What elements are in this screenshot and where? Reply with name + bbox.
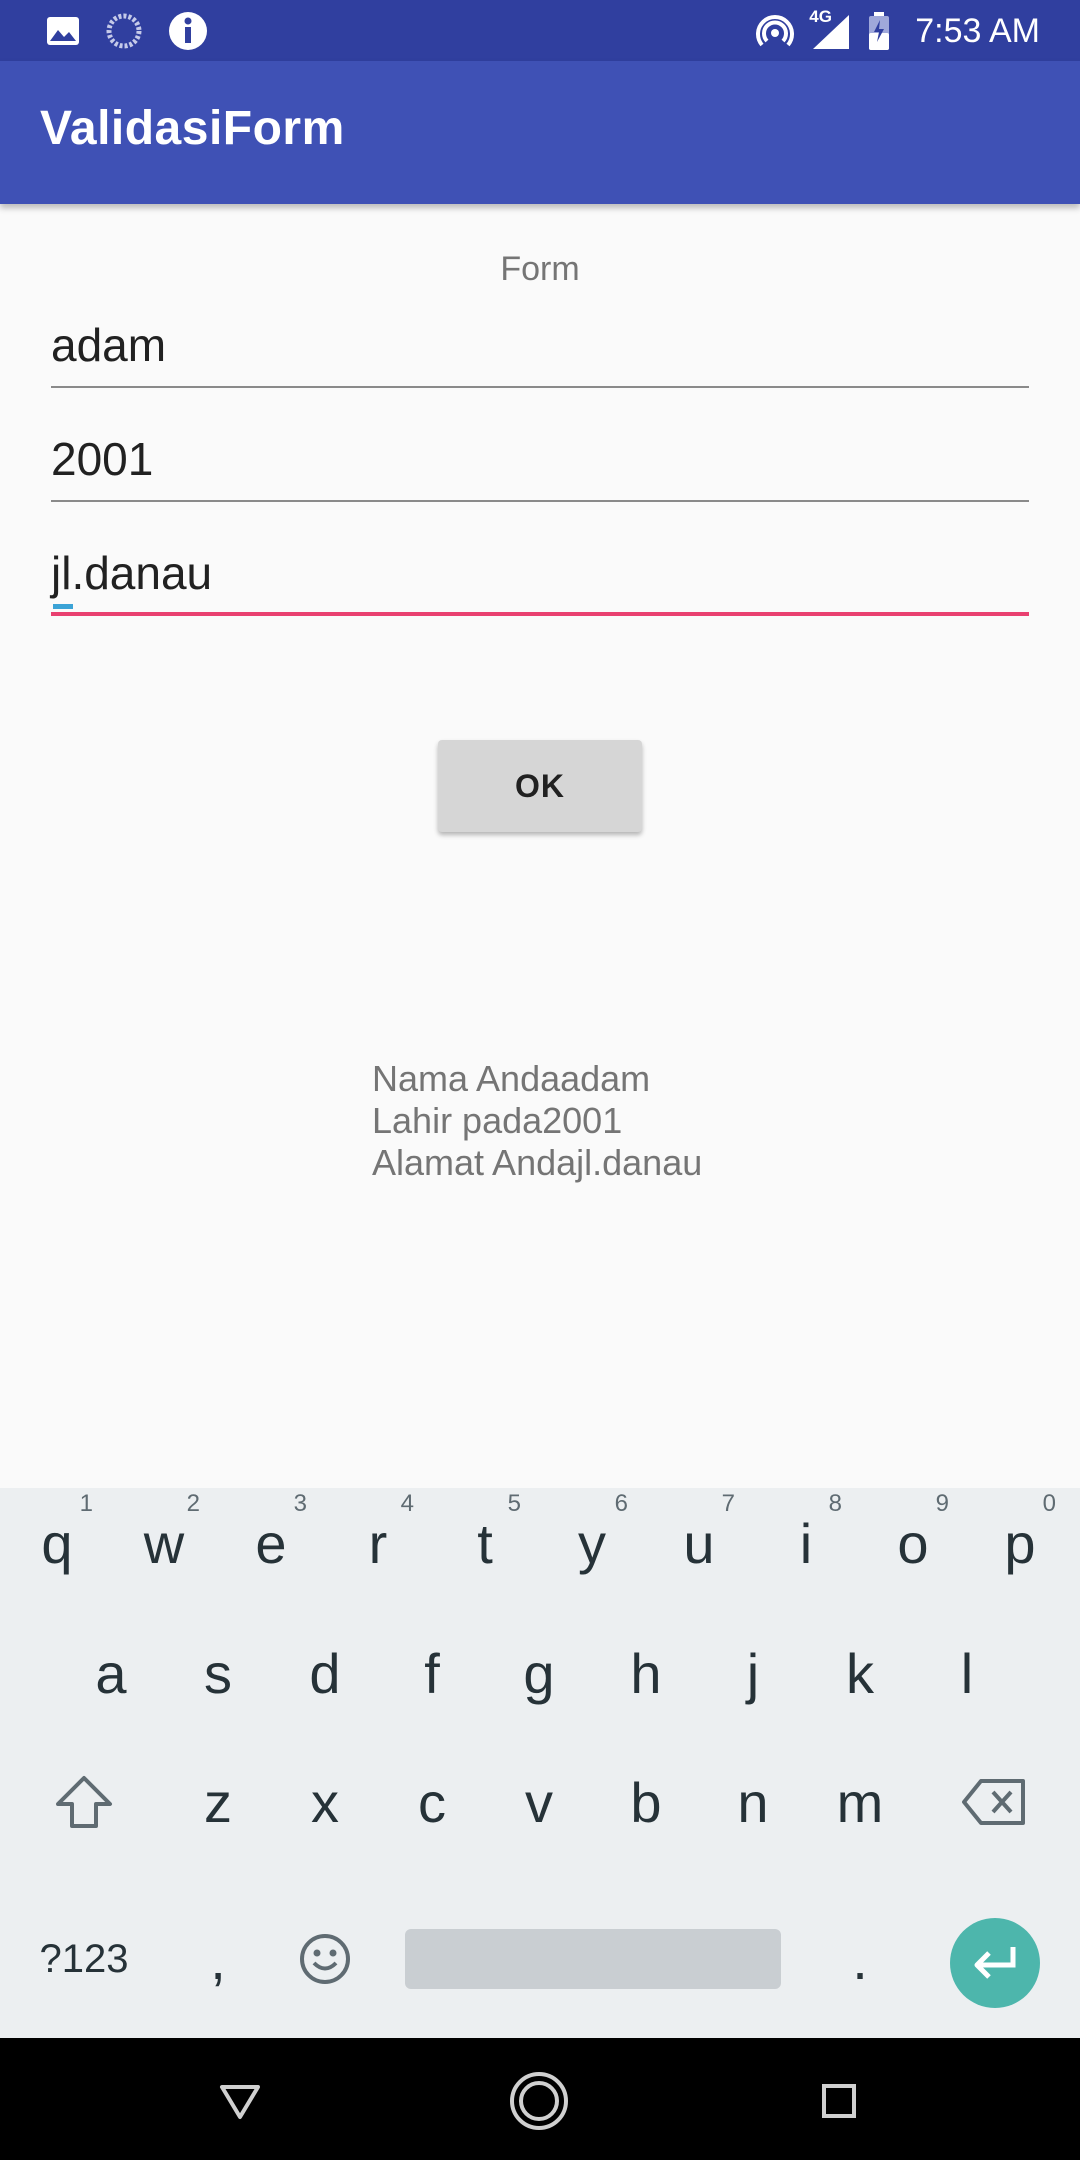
back-icon [220, 2085, 260, 2119]
key-label: r [368, 1511, 388, 1575]
key-label: u [683, 1511, 715, 1575]
key-hint: 1 [79, 1490, 93, 1517]
navigation-bar [0, 2038, 1080, 2160]
key-hint: 9 [935, 1490, 949, 1517]
shift-icon [56, 1776, 112, 1828]
key-x[interactable]: x [275, 1747, 375, 1857]
result-birth-line: Lahir pada2001 [372, 1100, 623, 1141]
key-v[interactable]: v [489, 1747, 589, 1857]
back-button[interactable] [207, 2068, 273, 2134]
emoji-icon [300, 1934, 350, 1984]
key-hint: 3 [293, 1490, 307, 1517]
backspace-icon [962, 1779, 1025, 1825]
key-q[interactable]: q1 [7, 1488, 107, 1598]
key-e[interactable]: e3 [221, 1488, 321, 1598]
info-icon [168, 11, 208, 51]
enter-key[interactable] [950, 1918, 1040, 2008]
period-key[interactable]: . [810, 1904, 910, 2014]
status-bar: 4G 7:53 AM [0, 0, 1080, 61]
app-bar: ValidasiForm [0, 61, 1080, 204]
key-label: p [1004, 1511, 1036, 1575]
result-name-line: Nama Andaadam [372, 1058, 651, 1099]
key-o[interactable]: o9 [863, 1488, 963, 1598]
year-field-underline [51, 500, 1029, 502]
clock: 7:53 AM [915, 11, 1040, 50]
key-w[interactable]: w2 [114, 1488, 214, 1598]
text-cursor[interactable] [53, 604, 73, 609]
key-label: o [897, 1511, 929, 1575]
key-label: i [799, 1511, 813, 1575]
home-icon [510, 2072, 568, 2130]
comma-key[interactable]: , [168, 1904, 268, 2014]
key-hint: 8 [828, 1490, 842, 1517]
app-title: ValidasiForm [40, 102, 345, 155]
key-hint: 5 [507, 1490, 521, 1517]
key-n[interactable]: n [703, 1747, 803, 1857]
key-t[interactable]: t5 [435, 1488, 535, 1598]
address-field[interactable]: jl.danau [51, 546, 1029, 616]
key-i[interactable]: i8 [756, 1488, 856, 1598]
battery-icon [867, 11, 891, 51]
year-field-value: 2001 [51, 433, 154, 485]
key-hint: 7 [721, 1490, 735, 1517]
key-u[interactable]: u7 [649, 1488, 749, 1598]
shift-key[interactable] [34, 1747, 134, 1857]
key-g[interactable]: g [489, 1618, 589, 1728]
key-hint: 6 [614, 1490, 628, 1517]
key-y[interactable]: y6 [542, 1488, 642, 1598]
soft-keyboard: q1w2e3r4t5y6u7i8o9p0 asdfghjkl zxcvbnm ?… [0, 1488, 1080, 2038]
key-label: e [255, 1511, 287, 1575]
result-text: Nama Andaadam Lahir pada2001 Alamat Anda… [372, 1058, 702, 1184]
year-field[interactable]: 2001 [51, 432, 1029, 502]
key-k[interactable]: k [810, 1618, 910, 1728]
key-a[interactable]: a [61, 1618, 161, 1728]
key-d[interactable]: d [275, 1618, 375, 1728]
key-label: q [41, 1511, 73, 1575]
key-hint: 0 [1042, 1490, 1056, 1517]
address-field-underline [51, 612, 1029, 616]
hotspot-icon [755, 11, 795, 51]
address-field-value: jl.danau [51, 547, 213, 599]
name-field[interactable]: adam [51, 318, 1029, 388]
key-label: y [578, 1511, 606, 1575]
emoji-key[interactable] [275, 1904, 375, 2014]
image-icon [46, 16, 80, 46]
key-p[interactable]: p0 [970, 1488, 1070, 1598]
signal-icon: 4G [809, 7, 853, 51]
key-m[interactable]: m [810, 1747, 910, 1857]
backspace-key[interactable] [944, 1747, 1044, 1857]
key-hint: 2 [186, 1490, 200, 1517]
key-hint: 4 [400, 1490, 414, 1517]
recents-button[interactable] [806, 2068, 872, 2134]
key-label: w [143, 1511, 185, 1575]
key-s[interactable]: s [168, 1618, 268, 1728]
result-address-line: Alamat Andajl.danau [372, 1142, 703, 1183]
key-j[interactable]: j [703, 1618, 803, 1728]
loading-icon [106, 13, 142, 49]
name-field-underline [51, 386, 1029, 388]
recents-icon [822, 2084, 856, 2118]
ok-button[interactable]: OK [438, 740, 642, 832]
key-b[interactable]: b [596, 1747, 696, 1857]
symbols-key[interactable]: ?123 [34, 1904, 134, 2014]
name-field-value: adam [51, 319, 167, 371]
space-key[interactable] [405, 1929, 781, 1989]
key-label: t [477, 1511, 493, 1575]
home-button[interactable] [506, 2068, 572, 2134]
key-z[interactable]: z [168, 1747, 268, 1857]
key-h[interactable]: h [596, 1618, 696, 1728]
form-label: Form [500, 250, 580, 288]
key-l[interactable]: l [917, 1618, 1017, 1728]
key-f[interactable]: f [382, 1618, 482, 1728]
key-c[interactable]: c [382, 1747, 482, 1857]
key-r[interactable]: r4 [328, 1488, 428, 1598]
enter-icon [974, 1947, 1016, 1979]
